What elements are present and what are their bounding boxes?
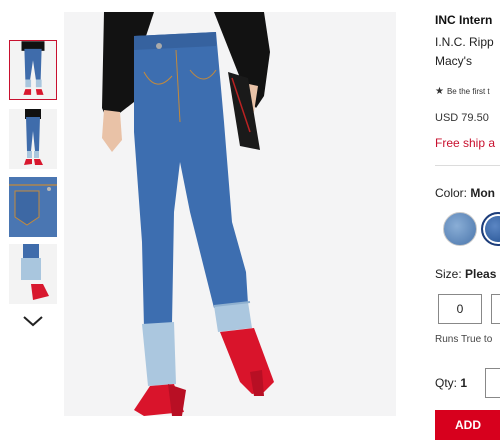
size-prompt: Pleas (465, 267, 497, 281)
shipping-promo[interactable]: Free ship a (435, 136, 495, 150)
product-name-line1: I.N.C. Ripp (435, 35, 494, 49)
quantity-value: 1 (460, 376, 468, 390)
size-label-text: Size: (435, 267, 462, 281)
product-details: INC Intern I.N.C. Ripp Macy's ★ Be the fi… (435, 0, 500, 440)
add-to-bag-button[interactable]: ADD (435, 410, 500, 440)
thumbnail-cuff[interactable] (9, 244, 57, 304)
thumbnail-cuff-image (9, 244, 57, 304)
thumbnail-front-image (10, 41, 56, 99)
star-icon: ★ (435, 86, 444, 97)
review-link[interactable]: ★ Be the first t (435, 86, 490, 97)
color-label-text: Color: (435, 186, 468, 200)
divider (435, 165, 500, 166)
size-option-next[interactable] (491, 294, 500, 324)
product-name-line2: Macy's (435, 54, 472, 68)
quantity-stepper[interactable] (485, 368, 500, 398)
price: USD 79.50 (435, 112, 489, 124)
thumbnail-side-image (9, 109, 57, 169)
brand-name[interactable]: INC Intern (435, 13, 492, 27)
thumbnail-side[interactable] (9, 109, 57, 169)
product-name: I.N.C. Ripp Macy's (435, 33, 494, 71)
thumbnail-pocket[interactable] (9, 177, 57, 237)
size-label: Size: Pleas (435, 267, 496, 281)
color-label: Color: Mon (435, 186, 495, 200)
chevron-down-icon[interactable] (22, 314, 44, 328)
main-product-image (64, 12, 396, 416)
quantity-label-text: Qty: (435, 376, 458, 390)
selected-color: Mon (470, 186, 496, 200)
model-jeans-illustration (64, 12, 396, 416)
size-option-0[interactable]: 0 (438, 294, 482, 324)
quantity-label: Qty: 1 (435, 376, 467, 390)
fit-info[interactable]: Runs True to (435, 334, 492, 345)
color-swatch-light[interactable] (443, 212, 477, 246)
thumbnail-pocket-image (9, 177, 57, 237)
review-text: Be the first t (446, 87, 490, 96)
thumbnail-front[interactable] (9, 40, 57, 100)
color-swatch-selected[interactable] (481, 212, 500, 246)
